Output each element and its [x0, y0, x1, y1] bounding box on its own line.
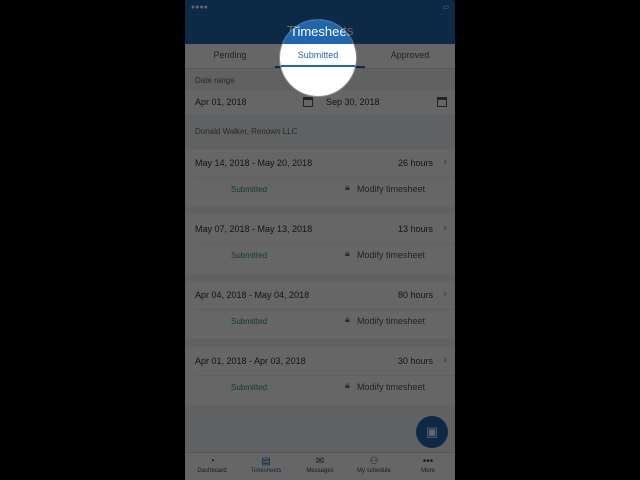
divider — [195, 177, 455, 178]
lock-icon: 🔒︎ — [345, 380, 350, 390]
status-badge: Submitted — [231, 185, 268, 194]
timesheet-range: May 14, 2018 - May 20, 2018 — [195, 158, 313, 168]
messages-icon: ✉ — [315, 456, 325, 467]
timesheet-hours: 26 hours — [397, 158, 433, 168]
divider — [195, 243, 455, 244]
chevron-right-icon[interactable]: › — [443, 354, 447, 366]
video-frame: ●●●● ▭ Timesheets Pending Submitted Appr… — [0, 0, 640, 480]
owner-label: Donald Walker, Renown LLC — [195, 127, 298, 136]
nav-label: More — [421, 468, 435, 474]
briefcase-icon: ▣ — [425, 424, 439, 439]
lock-icon: 🔒︎ — [345, 182, 350, 192]
end-calendar-icon[interactable] — [437, 97, 447, 107]
nav-label: Messages — [306, 468, 334, 474]
timesheet-hours: 80 hours — [397, 290, 433, 300]
tap-spotlight: Timesheets Submitted — [280, 20, 356, 96]
date-range-label: Date range — [195, 76, 235, 85]
spotlight-tab-submitted[interactable]: Submitted — [280, 50, 356, 60]
nav-label: Timesheets — [250, 468, 282, 474]
timesheet-range: Apr 04, 2018 - May 04, 2018 — [195, 290, 310, 300]
end-date-field[interactable]: Sep 30, 2018 — [326, 97, 380, 107]
timesheets-icon: ▤ — [261, 456, 271, 467]
timesheet-card[interactable]: Apr 04, 2018 - May 04, 2018 80 hours › S… — [185, 281, 455, 339]
timesheet-card[interactable]: May 07, 2018 - May 13, 2018 13 hours › S… — [185, 215, 455, 273]
spotlight-title: Timesheets — [290, 24, 356, 39]
tab-pending[interactable]: Pending — [185, 44, 275, 68]
chevron-right-icon[interactable]: › — [443, 222, 447, 234]
start-date-field[interactable]: Apr 01, 2018 — [195, 97, 247, 107]
timesheet-hours: 13 hours — [397, 224, 433, 234]
timesheet-card[interactable]: May 14, 2018 - May 20, 2018 26 hours › S… — [185, 149, 455, 207]
modify-timesheet-button[interactable]: Modify timesheet — [357, 250, 425, 260]
nav-item-dashboard[interactable]: ◔ Dashboard — [185, 453, 239, 480]
nav-item-schedule[interactable]: ⚇ My schedule — [347, 453, 401, 480]
timesheet-range: Apr 01, 2018 - Apr 03, 2018 — [195, 356, 306, 366]
bottom-nav: ◔ Dashboard ▤ Timesheets ✉ Messages ⚇ My… — [185, 452, 455, 480]
status-bar: ●●●● ▭ — [185, 0, 455, 14]
status-badge: Submitted — [231, 383, 268, 392]
modify-timesheet-button[interactable]: Modify timesheet — [357, 316, 425, 326]
battery-icon: ▭ — [442, 4, 449, 11]
lock-icon: 🔒︎ — [345, 248, 350, 258]
modify-timesheet-button[interactable]: Modify timesheet — [357, 184, 425, 194]
nav-item-more[interactable]: ••• More — [401, 453, 455, 480]
timesheet-range: May 07, 2018 - May 13, 2018 — [195, 224, 313, 234]
more-icon: ••• — [422, 456, 434, 467]
nav-item-timesheets[interactable]: ▤ Timesheets — [239, 453, 293, 480]
add-timesheet-button[interactable]: ▣ — [416, 416, 448, 448]
chevron-right-icon[interactable]: › — [443, 156, 447, 168]
signal-icon: ●●●● — [191, 3, 208, 11]
status-badge: Submitted — [231, 251, 268, 260]
modify-timesheet-button[interactable]: Modify timesheet — [357, 382, 425, 392]
chevron-right-icon[interactable]: › — [443, 288, 447, 300]
nav-label: My schedule — [357, 468, 391, 474]
tab-approved[interactable]: Approved — [365, 44, 455, 68]
status-badge: Submitted — [231, 317, 268, 326]
divider — [195, 375, 455, 376]
schedule-icon: ⚇ — [369, 456, 379, 467]
dashboard-icon: ◔ — [208, 456, 216, 467]
divider — [195, 309, 455, 310]
active-tab-indicator — [280, 65, 356, 67]
start-calendar-icon[interactable] — [303, 97, 313, 107]
timesheet-card[interactable]: Apr 01, 2018 - Apr 03, 2018 30 hours › S… — [185, 347, 455, 405]
timesheet-hours: 30 hours — [397, 356, 433, 366]
nav-label: Dashboard — [197, 468, 227, 474]
lock-icon: 🔒︎ — [345, 314, 350, 324]
nav-item-messages[interactable]: ✉ Messages — [293, 453, 347, 480]
